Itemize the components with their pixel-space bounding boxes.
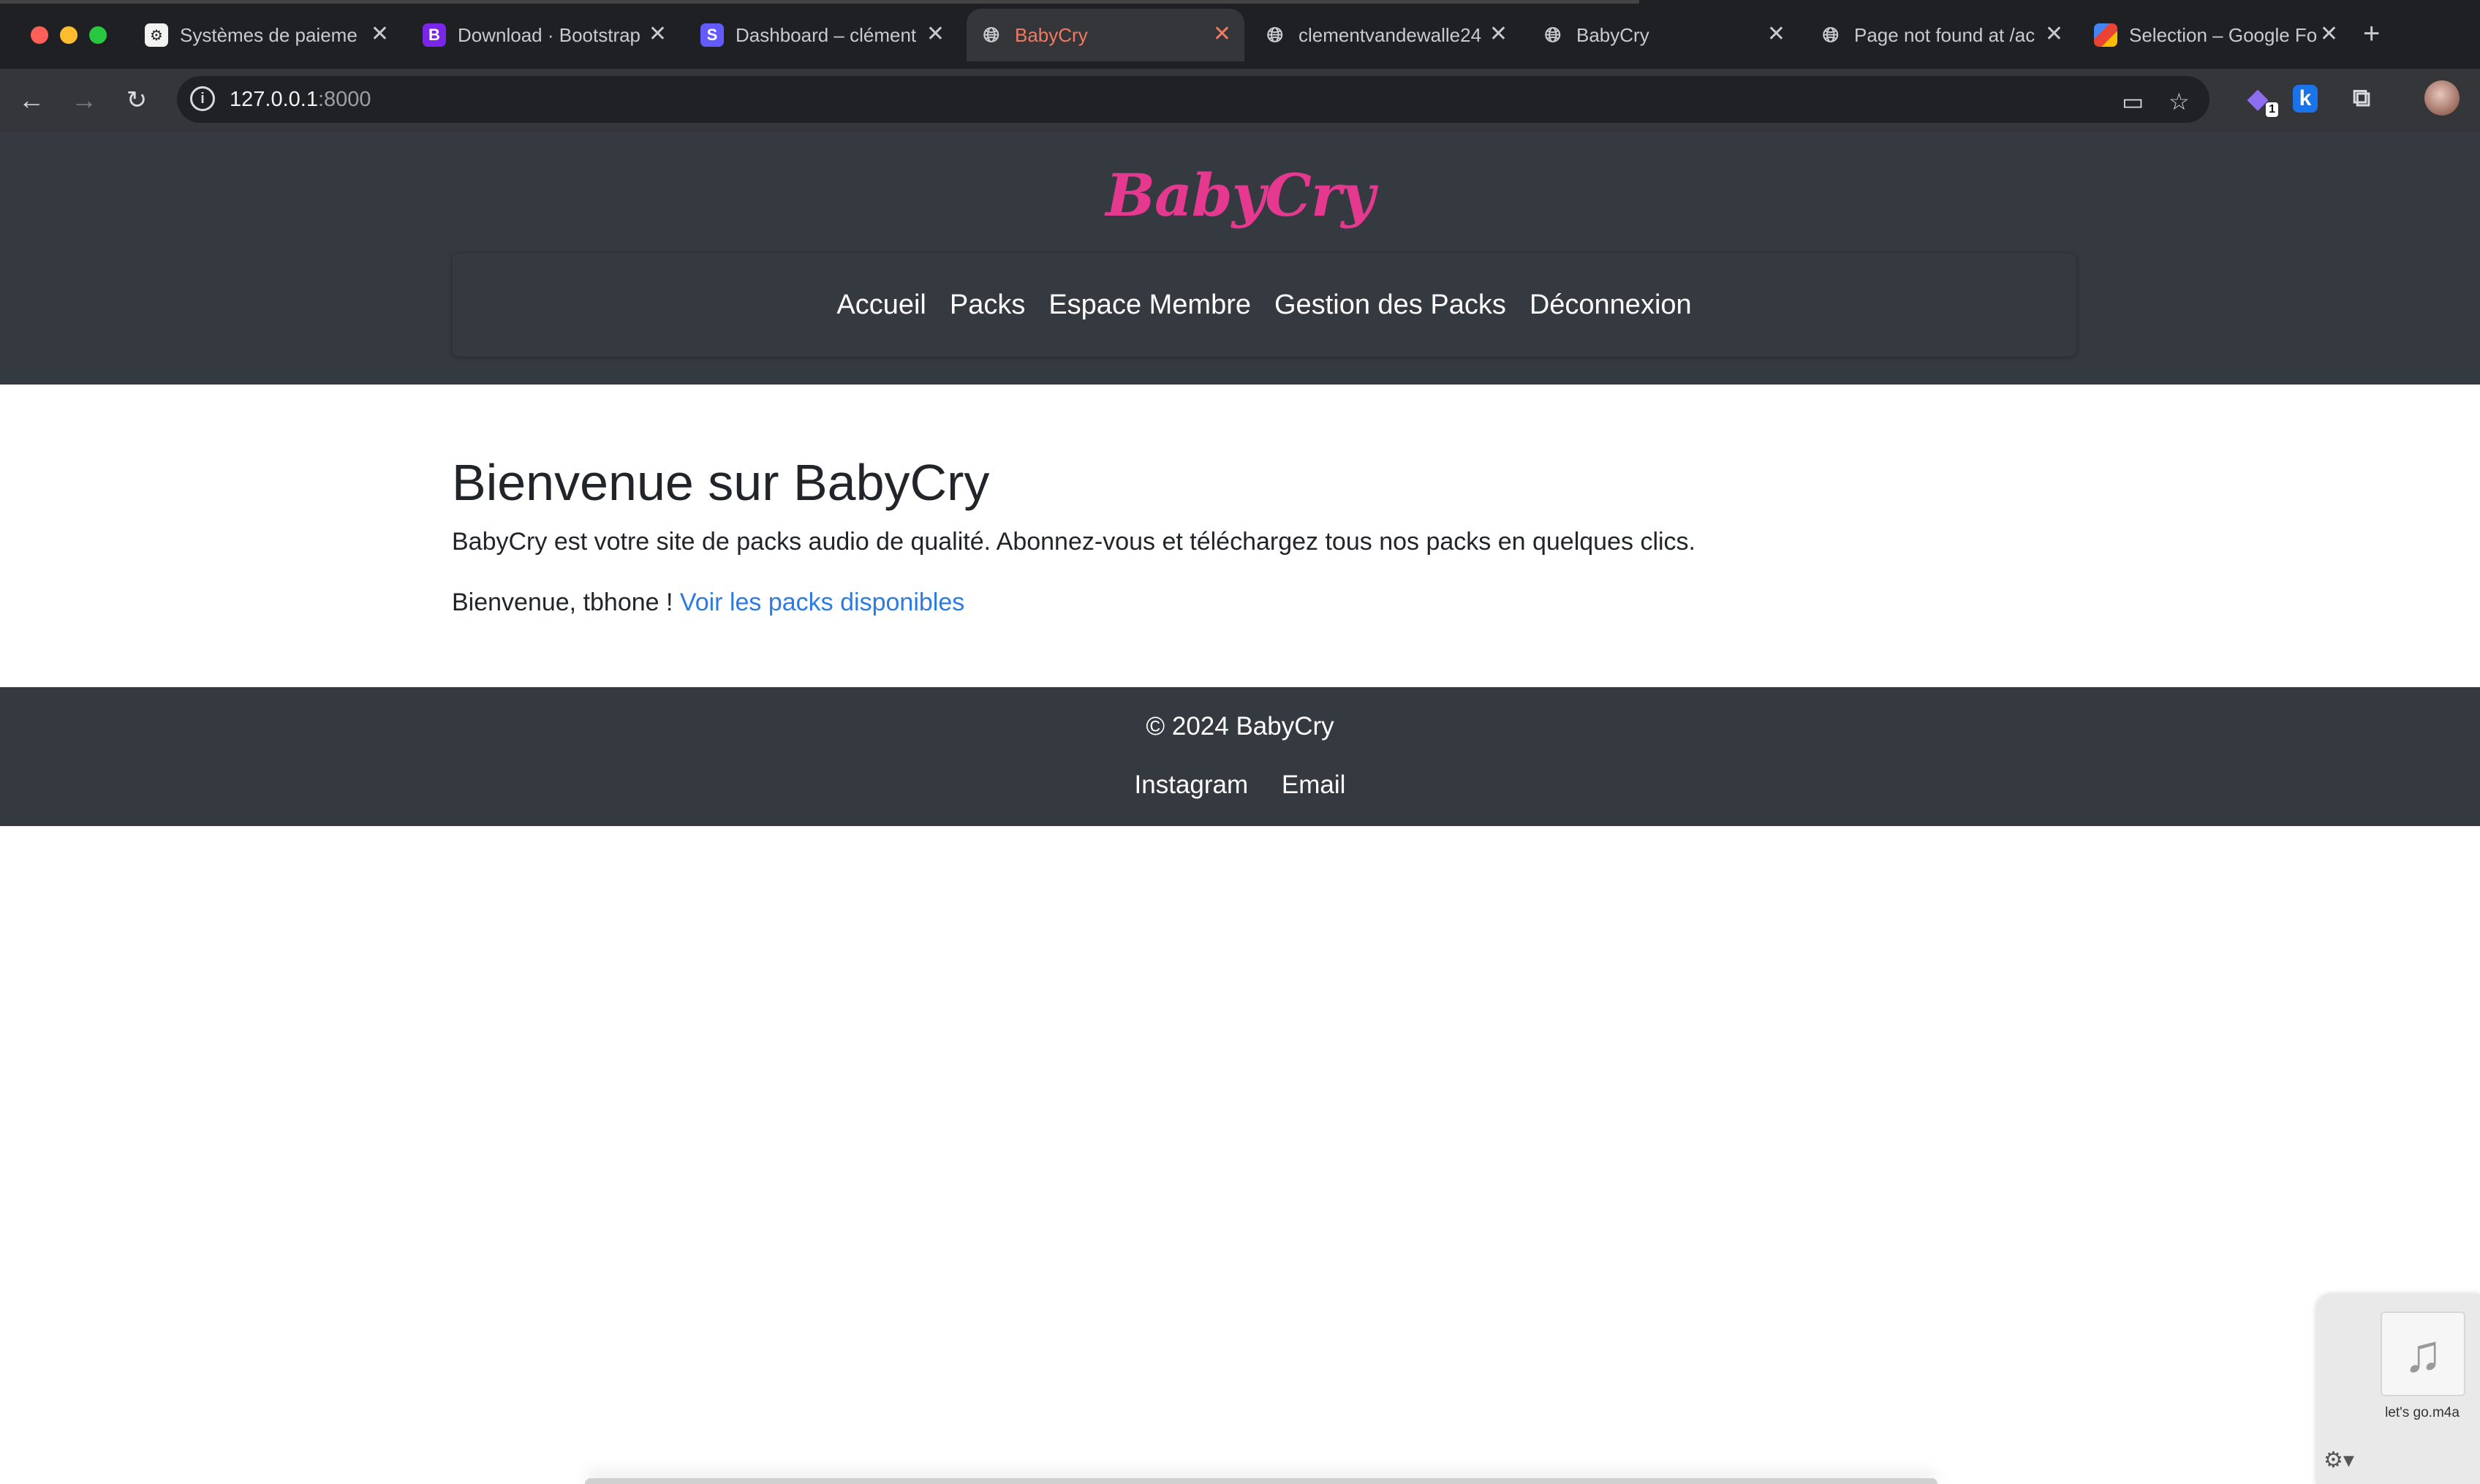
tab-title: BabyCry xyxy=(1576,23,1649,46)
globe-icon: 🌐︎ xyxy=(1266,23,1284,46)
tab-title: Download · Bootstrap xyxy=(458,23,641,46)
dock-edge xyxy=(585,1478,1938,1484)
welcome-text: Bienvenue, tbhone ! xyxy=(452,588,680,616)
profile-avatar[interactable] xyxy=(2424,80,2460,116)
extension-badge: 1 xyxy=(2266,102,2278,117)
copyright-text: © 2024 BabyCry xyxy=(1146,712,1334,741)
download-filename[interactable]: let's go.m4a xyxy=(2360,1405,2480,1421)
tab-title: Dashboard – clément xyxy=(736,23,917,46)
tab-close-icon[interactable]: ✕ xyxy=(1767,23,1785,45)
tab-close-icon[interactable]: ✕ xyxy=(1213,23,1231,45)
browser-tab[interactable]: B Download · Bootstrap ✕ xyxy=(409,9,680,61)
bookmark-star-icon[interactable]: ☆ xyxy=(2169,88,2190,116)
tab-title: Selection – Google Fo xyxy=(2129,23,2316,46)
nav-accueil[interactable]: Accueil xyxy=(836,289,926,321)
google-fonts-icon xyxy=(2094,23,2117,47)
openai-icon: ⚙ xyxy=(145,23,168,47)
main-content: Bienvenue sur BabyCry BabyCry est votre … xyxy=(452,453,2207,617)
download-panel: ♫ let's go.m4a ⚙▾ xyxy=(2316,1294,2480,1484)
extensions-puzzle-icon[interactable]: ⧉ xyxy=(2345,82,2378,114)
url-host: 127.0.0.1 xyxy=(230,87,318,111)
welcome-line: Bienvenue, tbhone ! Voir les packs dispo… xyxy=(452,588,2207,617)
url-port: :8000 xyxy=(317,87,371,111)
tab-close-icon[interactable]: ✕ xyxy=(649,23,667,45)
card-icon[interactable]: ▭ xyxy=(2122,88,2144,116)
window-close-button[interactable] xyxy=(31,26,48,44)
tab-close-icon[interactable]: ✕ xyxy=(2320,23,2338,45)
address-bar[interactable]: i 127.0.0.1:8000 ▭ ☆ xyxy=(177,76,2209,123)
back-arrow-icon[interactable]: ← xyxy=(13,82,50,118)
extension-k-icon[interactable]: k xyxy=(2293,85,2318,113)
tab-close-icon[interactable]: ✕ xyxy=(371,23,389,45)
gear-icon[interactable]: ⚙▾ xyxy=(2324,1447,2354,1473)
audio-file-icon[interactable]: ♫ xyxy=(2381,1311,2465,1396)
globe-icon: 🌐︎ xyxy=(1544,23,1562,46)
nav-espace-membre[interactable]: Espace Membre xyxy=(1048,289,1251,321)
tab-title: Systèmes de paieme xyxy=(180,23,358,46)
browser-tab[interactable]: ⚙ Systèmes de paieme ✕ xyxy=(132,9,402,61)
extension-diamond-icon[interactable]: ◆ 1 xyxy=(2242,82,2278,117)
nav-gestion-des-packs[interactable]: Gestion des Packs xyxy=(1274,289,1506,321)
tab-title: Page not found at /ac xyxy=(1854,23,2035,46)
new-tab-icon[interactable]: + xyxy=(2363,18,2380,50)
browser-toolbar: ← → ↻ i 127.0.0.1:8000 ▭ ☆ xyxy=(0,69,2480,132)
footer-links: Instagram Email xyxy=(0,771,2480,800)
view-packs-link[interactable]: Voir les packs disponibles xyxy=(680,588,964,616)
window-minimize-button[interactable] xyxy=(60,26,78,44)
browser-tab[interactable]: 🌐︎ Page not found at /ac ✕ xyxy=(1806,9,2076,61)
footer-link-email[interactable]: Email xyxy=(1282,771,1346,799)
window-zoom-button[interactable] xyxy=(89,26,107,44)
bootstrap-icon: B xyxy=(423,23,446,47)
site-header: BabyCry Accueil Packs Espace Membre Gest… xyxy=(0,132,2480,385)
browser-tab[interactable]: 🌐︎ clementvandewalle24 ✕ xyxy=(1250,9,1521,61)
reload-icon[interactable]: ↻ xyxy=(118,82,155,118)
intro-text: BabyCry est votre site de packs audio de… xyxy=(452,528,1695,556)
browser-tab-strip: ⚙ Systèmes de paieme ✕ B Download · Boot… xyxy=(0,0,2480,69)
page-title: Bienvenue sur BabyCry xyxy=(452,454,990,511)
tab-title: clementvandewalle24 xyxy=(1298,23,1482,46)
main-navbar: Accueil Packs Espace Membre Gestion des … xyxy=(452,253,2076,357)
site-logo[interactable]: BabyCry xyxy=(0,161,2480,230)
tab-close-icon[interactable]: ✕ xyxy=(1489,23,1508,45)
browser-tab[interactable]: S Dashboard – clément ✕ xyxy=(687,9,958,61)
globe-icon: 🌐︎ xyxy=(1822,23,1840,46)
tab-close-icon[interactable]: ✕ xyxy=(926,23,945,45)
browser-tab-active[interactable]: 🌐︎ BabyCry ✕ xyxy=(967,9,1244,61)
globe-icon: 🌐︎ xyxy=(983,23,1000,46)
site-footer: © 2024 BabyCry Instagram Email xyxy=(0,687,2480,826)
footer-link-instagram[interactable]: Instagram xyxy=(1135,771,1249,799)
nav-deconnexion[interactable]: Déconnexion xyxy=(1530,289,1692,321)
tab-title: BabyCry xyxy=(1015,23,1088,46)
nav-packs[interactable]: Packs xyxy=(950,289,1025,321)
stripe-icon: S xyxy=(700,23,724,47)
browser-tab[interactable]: 🌐︎ BabyCry ✕ xyxy=(1528,9,1799,61)
browser-tab[interactable]: Selection – Google Fo ✕ xyxy=(2081,9,2351,61)
site-info-icon[interactable]: i xyxy=(190,86,215,111)
tab-strip-top-line xyxy=(0,0,1639,4)
tab-close-icon[interactable]: ✕ xyxy=(2045,23,2063,45)
forward-arrow-icon[interactable]: → xyxy=(66,82,102,118)
